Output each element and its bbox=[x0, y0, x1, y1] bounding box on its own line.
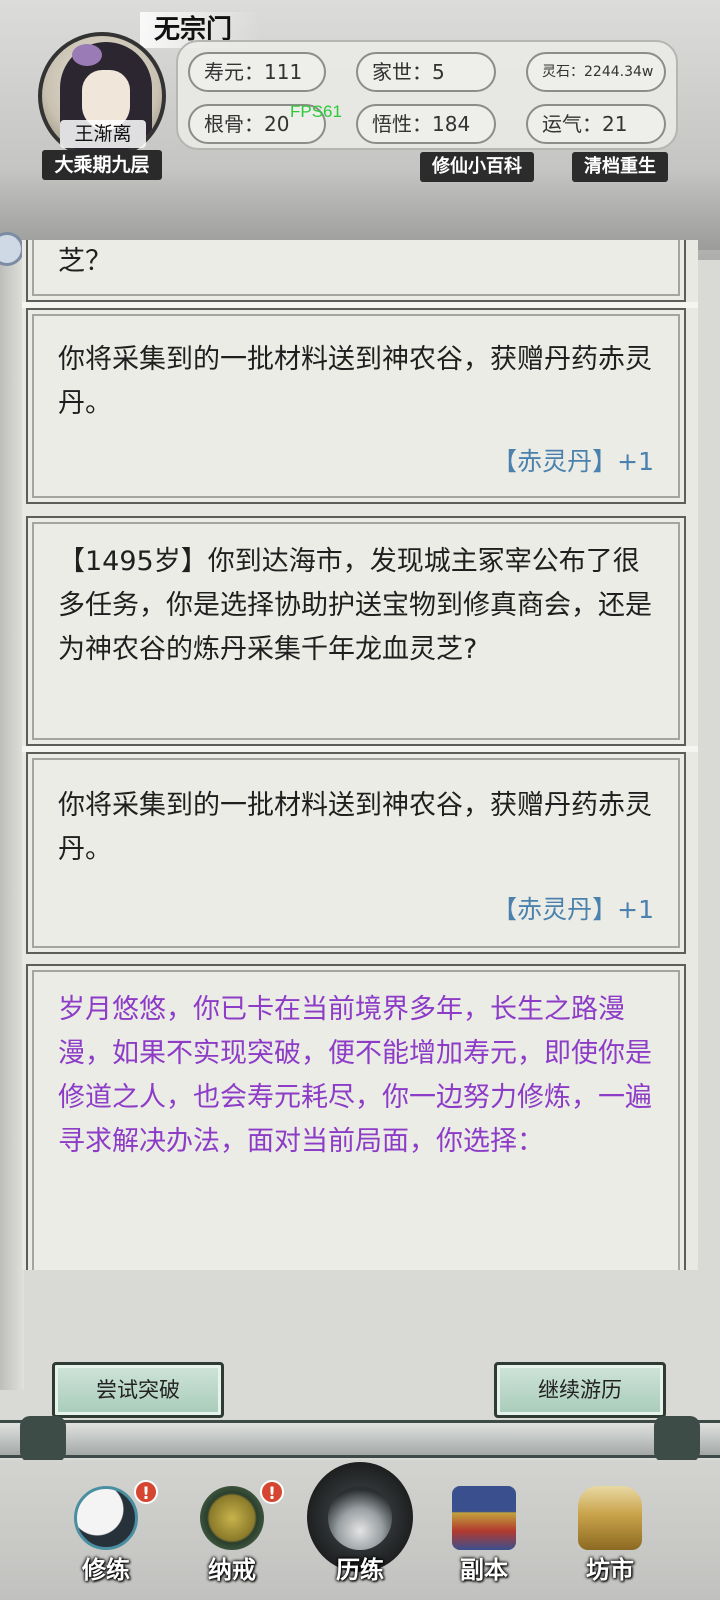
log-card-result: 你将采集到的一批材料送到神农谷，获赠丹药赤灵丹。 【赤灵丹】+1 bbox=[26, 308, 686, 504]
event-log[interactable]: 芝？ 你将采集到的一批材料送到神农谷，获赠丹药赤灵丹。 【赤灵丹】+1 【149… bbox=[22, 240, 698, 1270]
mountain-cloud-icon bbox=[328, 1486, 392, 1550]
reward-item: 【赤灵丹】+1 bbox=[492, 447, 654, 476]
stat-comprehension: 悟性：184 bbox=[356, 104, 496, 144]
nav-label: 副本 bbox=[460, 1556, 508, 1584]
log-card-event: 【1495岁】你到达海市，发现城主冢宰公布了很多任务，你是选择协助护送宝物到修真… bbox=[26, 516, 686, 746]
scroll-rod-end-left bbox=[20, 1416, 66, 1462]
fps-counter: FPS61 bbox=[290, 102, 342, 121]
log-card-prompt: 岁月悠悠，你已卡在当前境界多年，长生之路漫漫，如果不实现突破，便不能增加寿元，即… bbox=[26, 964, 686, 1270]
nav-label: 纳戒 bbox=[208, 1556, 256, 1584]
log-card-partial: 芝？ bbox=[26, 240, 686, 302]
nav-label: 坊市 bbox=[586, 1556, 634, 1584]
nav-dungeon[interactable]: 副本 bbox=[434, 1480, 534, 1590]
ring-icon bbox=[200, 1486, 264, 1550]
log-card-result: 你将采集到的一批材料送到神农谷，获赠丹药赤灵丹。 【赤灵丹】+1 bbox=[26, 752, 686, 954]
hair-ornament-icon bbox=[72, 44, 102, 66]
stat-spirit-stone: 灵石：2244.34w bbox=[526, 52, 666, 92]
reward-item: 【赤灵丹】+1 bbox=[492, 895, 654, 924]
log-text: 芝？ bbox=[58, 246, 112, 277]
encyclopedia-link[interactable]: 修仙小百科 bbox=[420, 152, 534, 182]
cauldron-icon bbox=[578, 1486, 642, 1550]
try-breakthrough-button[interactable]: 尝试突破 bbox=[52, 1362, 224, 1418]
log-text: 岁月悠悠，你已卡在当前境界多年，长生之路漫漫，如果不实现突破，便不能增加寿元，即… bbox=[58, 994, 652, 1157]
continue-travel-button[interactable]: 继续游历 bbox=[494, 1362, 666, 1418]
log-text: 你将采集到的一批材料送到神农谷，获赠丹药赤灵丹。 bbox=[58, 344, 652, 419]
alert-badge-icon: ! bbox=[260, 1480, 284, 1504]
log-text: 你将采集到的一批材料送到神农谷，获赠丹药赤灵丹。 bbox=[58, 790, 652, 865]
pagoda-icon bbox=[452, 1486, 516, 1550]
nav-cultivate[interactable]: ! 修练 bbox=[56, 1480, 158, 1590]
reset-rebirth-link[interactable]: 清档重生 bbox=[572, 152, 668, 182]
alert-badge-icon: ! bbox=[134, 1480, 158, 1504]
nav-travel[interactable]: 历练 bbox=[310, 1480, 410, 1590]
nav-ring[interactable]: ! 纳戒 bbox=[182, 1480, 284, 1590]
nav-label: 修练 bbox=[82, 1556, 130, 1584]
scroll-rod-end-right bbox=[654, 1416, 700, 1462]
scroll-rod-decoration bbox=[0, 1420, 720, 1458]
nav-market[interactable]: 坊市 bbox=[560, 1480, 660, 1590]
log-text: 【1495岁】你到达海市，发现城主冢宰公布了很多任务，你是选择协助护送宝物到修真… bbox=[58, 546, 652, 665]
yin-yang-icon bbox=[74, 1486, 138, 1550]
left-frame-decoration bbox=[0, 240, 24, 1390]
stat-luck: 运气：21 bbox=[526, 104, 666, 144]
cultivation-realm: 大乘期九层 bbox=[42, 150, 162, 180]
nav-label: 历练 bbox=[336, 1556, 384, 1584]
stat-lifespan: 寿元：111 bbox=[188, 52, 326, 92]
stat-family: 家世：5 bbox=[356, 52, 496, 92]
character-name: 王渐离 bbox=[60, 120, 146, 148]
